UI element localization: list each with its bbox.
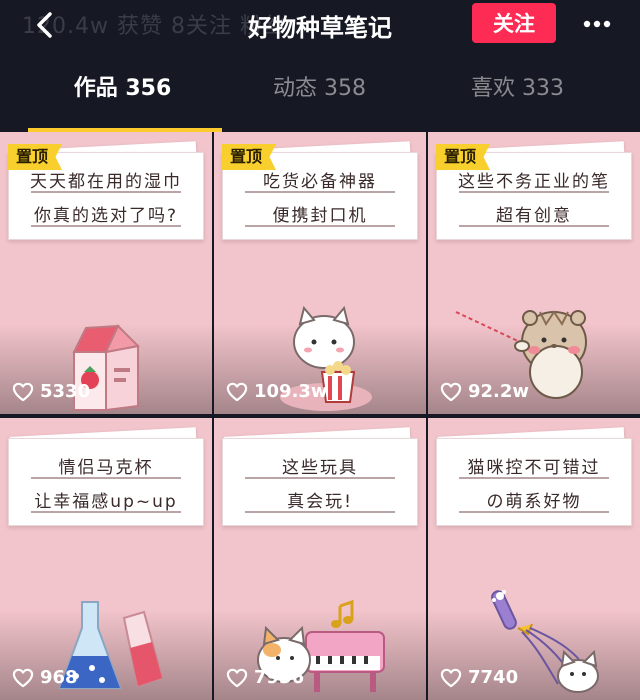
like-count-value: 968 (40, 667, 78, 688)
underline (31, 477, 181, 479)
heart-outline-icon (226, 382, 248, 401)
top-bar: 120.4w 获赞 8关注 粉丝 好物种草笔记 关注 (0, 0, 640, 50)
tab-works[interactable]: 作品 356 (16, 70, 229, 102)
like-count-value: 92.2w (468, 381, 530, 402)
underline (459, 225, 609, 227)
heart-outline-icon (12, 382, 34, 401)
note-card: 这些玩具 真会玩! (222, 438, 418, 526)
like-count-value: 109.3w (254, 381, 328, 402)
tab-activity[interactable]: 动态 358 (213, 70, 426, 102)
like-count: 968 (12, 667, 78, 688)
like-count: 5330 (12, 381, 90, 402)
underline (459, 191, 609, 193)
post-title-line1: 天天都在用的湿巾 (30, 172, 182, 192)
post-card[interactable]: 情侣马克杯 让幸福感up~up 968 (0, 418, 212, 700)
post-title-line1: 情侣马克杯 (58, 458, 154, 478)
like-count-value: 5330 (40, 381, 91, 402)
underline (245, 225, 395, 227)
post-card[interactable]: 猫咪控不可错过 の萌系好物 7740 (428, 418, 640, 700)
underline (459, 511, 609, 513)
heart-outline-icon (440, 668, 462, 687)
underline (245, 477, 395, 479)
post-title-line2: 你真的选对了吗? (33, 206, 179, 226)
profile-tabs: 作品 356 动态 358 喜欢 333 (0, 50, 640, 132)
heart-outline-icon (226, 668, 248, 687)
underline (31, 511, 181, 513)
like-count: 7936 (226, 667, 304, 688)
more-dots-icon (583, 20, 611, 28)
heart-outline-icon (12, 668, 34, 687)
underline (31, 225, 181, 227)
post-card[interactable]: 天天都在用的湿巾 你真的选对了吗? 置顶 5330 (0, 132, 212, 414)
like-count-value: 7936 (254, 667, 305, 688)
underline (245, 511, 395, 513)
heart-outline-icon (440, 382, 462, 401)
like-count-value: 7740 (468, 667, 519, 688)
like-count: 109.3w (226, 381, 328, 402)
post-title-line2: の萌系好物 (486, 492, 582, 512)
underline (31, 191, 181, 193)
like-count: 7740 (440, 667, 518, 688)
post-title-line1: 这些不务正业的笔 (458, 172, 610, 192)
underline (245, 191, 395, 193)
post-card[interactable]: 吃货必备神器 便携封口机 置顶 109.3w (214, 132, 426, 414)
underline (459, 477, 609, 479)
posts-grid: 天天都在用的湿巾 你真的选对了吗? 置顶 5330 吃货必备神器 便携封口机 置… (0, 132, 640, 700)
pinned-badge: 置顶 (436, 144, 491, 170)
pinned-badge: 置顶 (222, 144, 277, 170)
post-title-line2: 真会玩! (287, 492, 353, 512)
post-card[interactable]: 这些玩具 真会玩! 7936 (214, 418, 426, 700)
more-button[interactable] (582, 12, 612, 36)
like-count: 92.2w (440, 381, 529, 402)
pinned-badge: 置顶 (8, 144, 63, 170)
tab-likes[interactable]: 喜欢 333 (411, 70, 624, 102)
post-card[interactable]: 这些不务正业的笔 超有创意 置顶 92.2w (428, 132, 640, 414)
post-title-line2: 超有创意 (496, 206, 572, 226)
post-title-line2: 便携封口机 (272, 206, 368, 226)
post-title-line1: 这些玩具 (282, 458, 358, 478)
note-card: 猫咪控不可错过 の萌系好物 (436, 438, 632, 526)
follow-button[interactable]: 关注 (472, 3, 556, 43)
post-title-line1: 猫咪控不可错过 (467, 458, 601, 478)
post-title-line2: 让幸福感up~up (34, 492, 178, 512)
post-title-line1: 吃货必备神器 (263, 172, 377, 192)
note-card: 情侣马克杯 让幸福感up~up (8, 438, 204, 526)
